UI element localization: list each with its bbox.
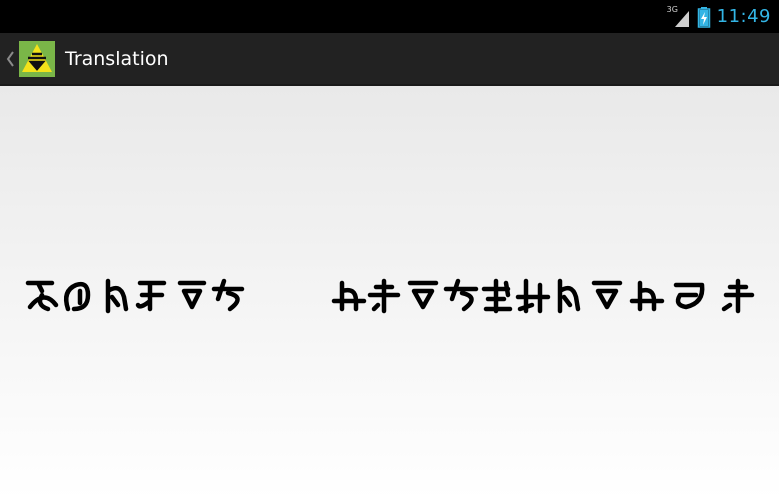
glyph: [177, 280, 207, 310]
glyph: [673, 282, 705, 310]
status-icons: 3G 11:49: [667, 0, 771, 33]
glyph: [211, 278, 245, 312]
glyph: [64, 281, 91, 312]
network-indicator: 3G: [666, 4, 691, 28]
glyph: [25, 280, 59, 312]
screen: 3G 11:49 Translation: [0, 0, 779, 500]
app-icon: [19, 40, 55, 77]
translation-content: [0, 86, 779, 500]
glyph-text: [25, 278, 755, 314]
glyph: [105, 278, 129, 314]
glyph: [721, 278, 755, 314]
glyph: [443, 278, 479, 312]
page-title: Translation: [65, 47, 169, 70]
back-chevron-icon: [6, 50, 14, 67]
glyph: [591, 280, 623, 310]
battery-charging-icon: [697, 6, 711, 28]
clock: 11:49: [716, 6, 771, 27]
glyph: [481, 278, 513, 314]
glyph: [407, 280, 439, 310]
glyph: [629, 280, 665, 312]
glyph: [557, 278, 581, 314]
glyph: [331, 280, 367, 312]
glyph: [135, 280, 167, 312]
translation-glyphs: [0, 269, 779, 319]
glyph: [367, 278, 401, 314]
status-bar: 3G 11:49: [0, 0, 779, 33]
network-type-label: 3G: [666, 4, 678, 14]
action-bar: Translation: [0, 33, 779, 86]
glyph: [515, 278, 551, 314]
up-button[interactable]: [0, 33, 55, 84]
